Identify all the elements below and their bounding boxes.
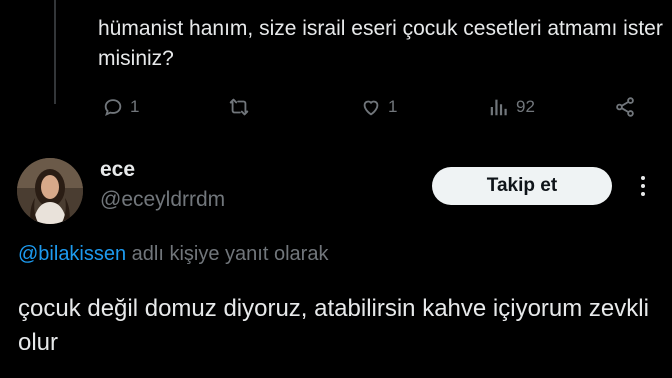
more-dots-icon-dot: [641, 184, 645, 188]
follow-button[interactable]: Takip et: [432, 167, 612, 205]
more-dots-icon: [641, 176, 645, 180]
more-dots-icon-dot: [641, 192, 645, 196]
parent-tweet-action-bar: 1 1 92: [0, 90, 672, 124]
like-button[interactable]: 1: [360, 90, 397, 124]
tweet-thread: hümanist hanım, size israil eseri çocuk …: [0, 0, 672, 378]
retweet-icon: [229, 98, 249, 116]
reply-context: @bilakissen adlı kişiye yanıt olarak: [18, 243, 328, 266]
reply-to-mention-link[interactable]: @bilakissen: [18, 243, 126, 265]
share-button[interactable]: [614, 90, 636, 124]
views-button[interactable]: 92: [488, 90, 535, 124]
reply-count: 1: [130, 97, 140, 116]
like-count: 1: [388, 97, 398, 116]
thread-connector-line: [54, 0, 56, 104]
view-count: 92: [516, 97, 535, 116]
reply-tweet-text: çocuk değil domuz diyoruz, atabilirsin k…: [18, 295, 649, 356]
parent-tweet-text: hümanist hanım, size israil eseri çocuk …: [98, 17, 663, 70]
reply-icon: [104, 99, 122, 117]
retweet-button[interactable]: [228, 90, 256, 124]
heart-icon: [363, 100, 379, 116]
author-handle[interactable]: @eceyldrrdm: [100, 188, 225, 212]
author-name[interactable]: ece: [100, 158, 135, 182]
reply-button[interactable]: 1: [102, 90, 139, 124]
more-options-button[interactable]: [627, 170, 659, 202]
share-icon: [616, 97, 634, 117]
profile-photo-image: [17, 158, 83, 224]
views-chart-icon: [490, 99, 507, 116]
reply-to-suffix: adlı kişiye yanıt olarak: [126, 243, 329, 265]
avatar[interactable]: [17, 158, 83, 224]
